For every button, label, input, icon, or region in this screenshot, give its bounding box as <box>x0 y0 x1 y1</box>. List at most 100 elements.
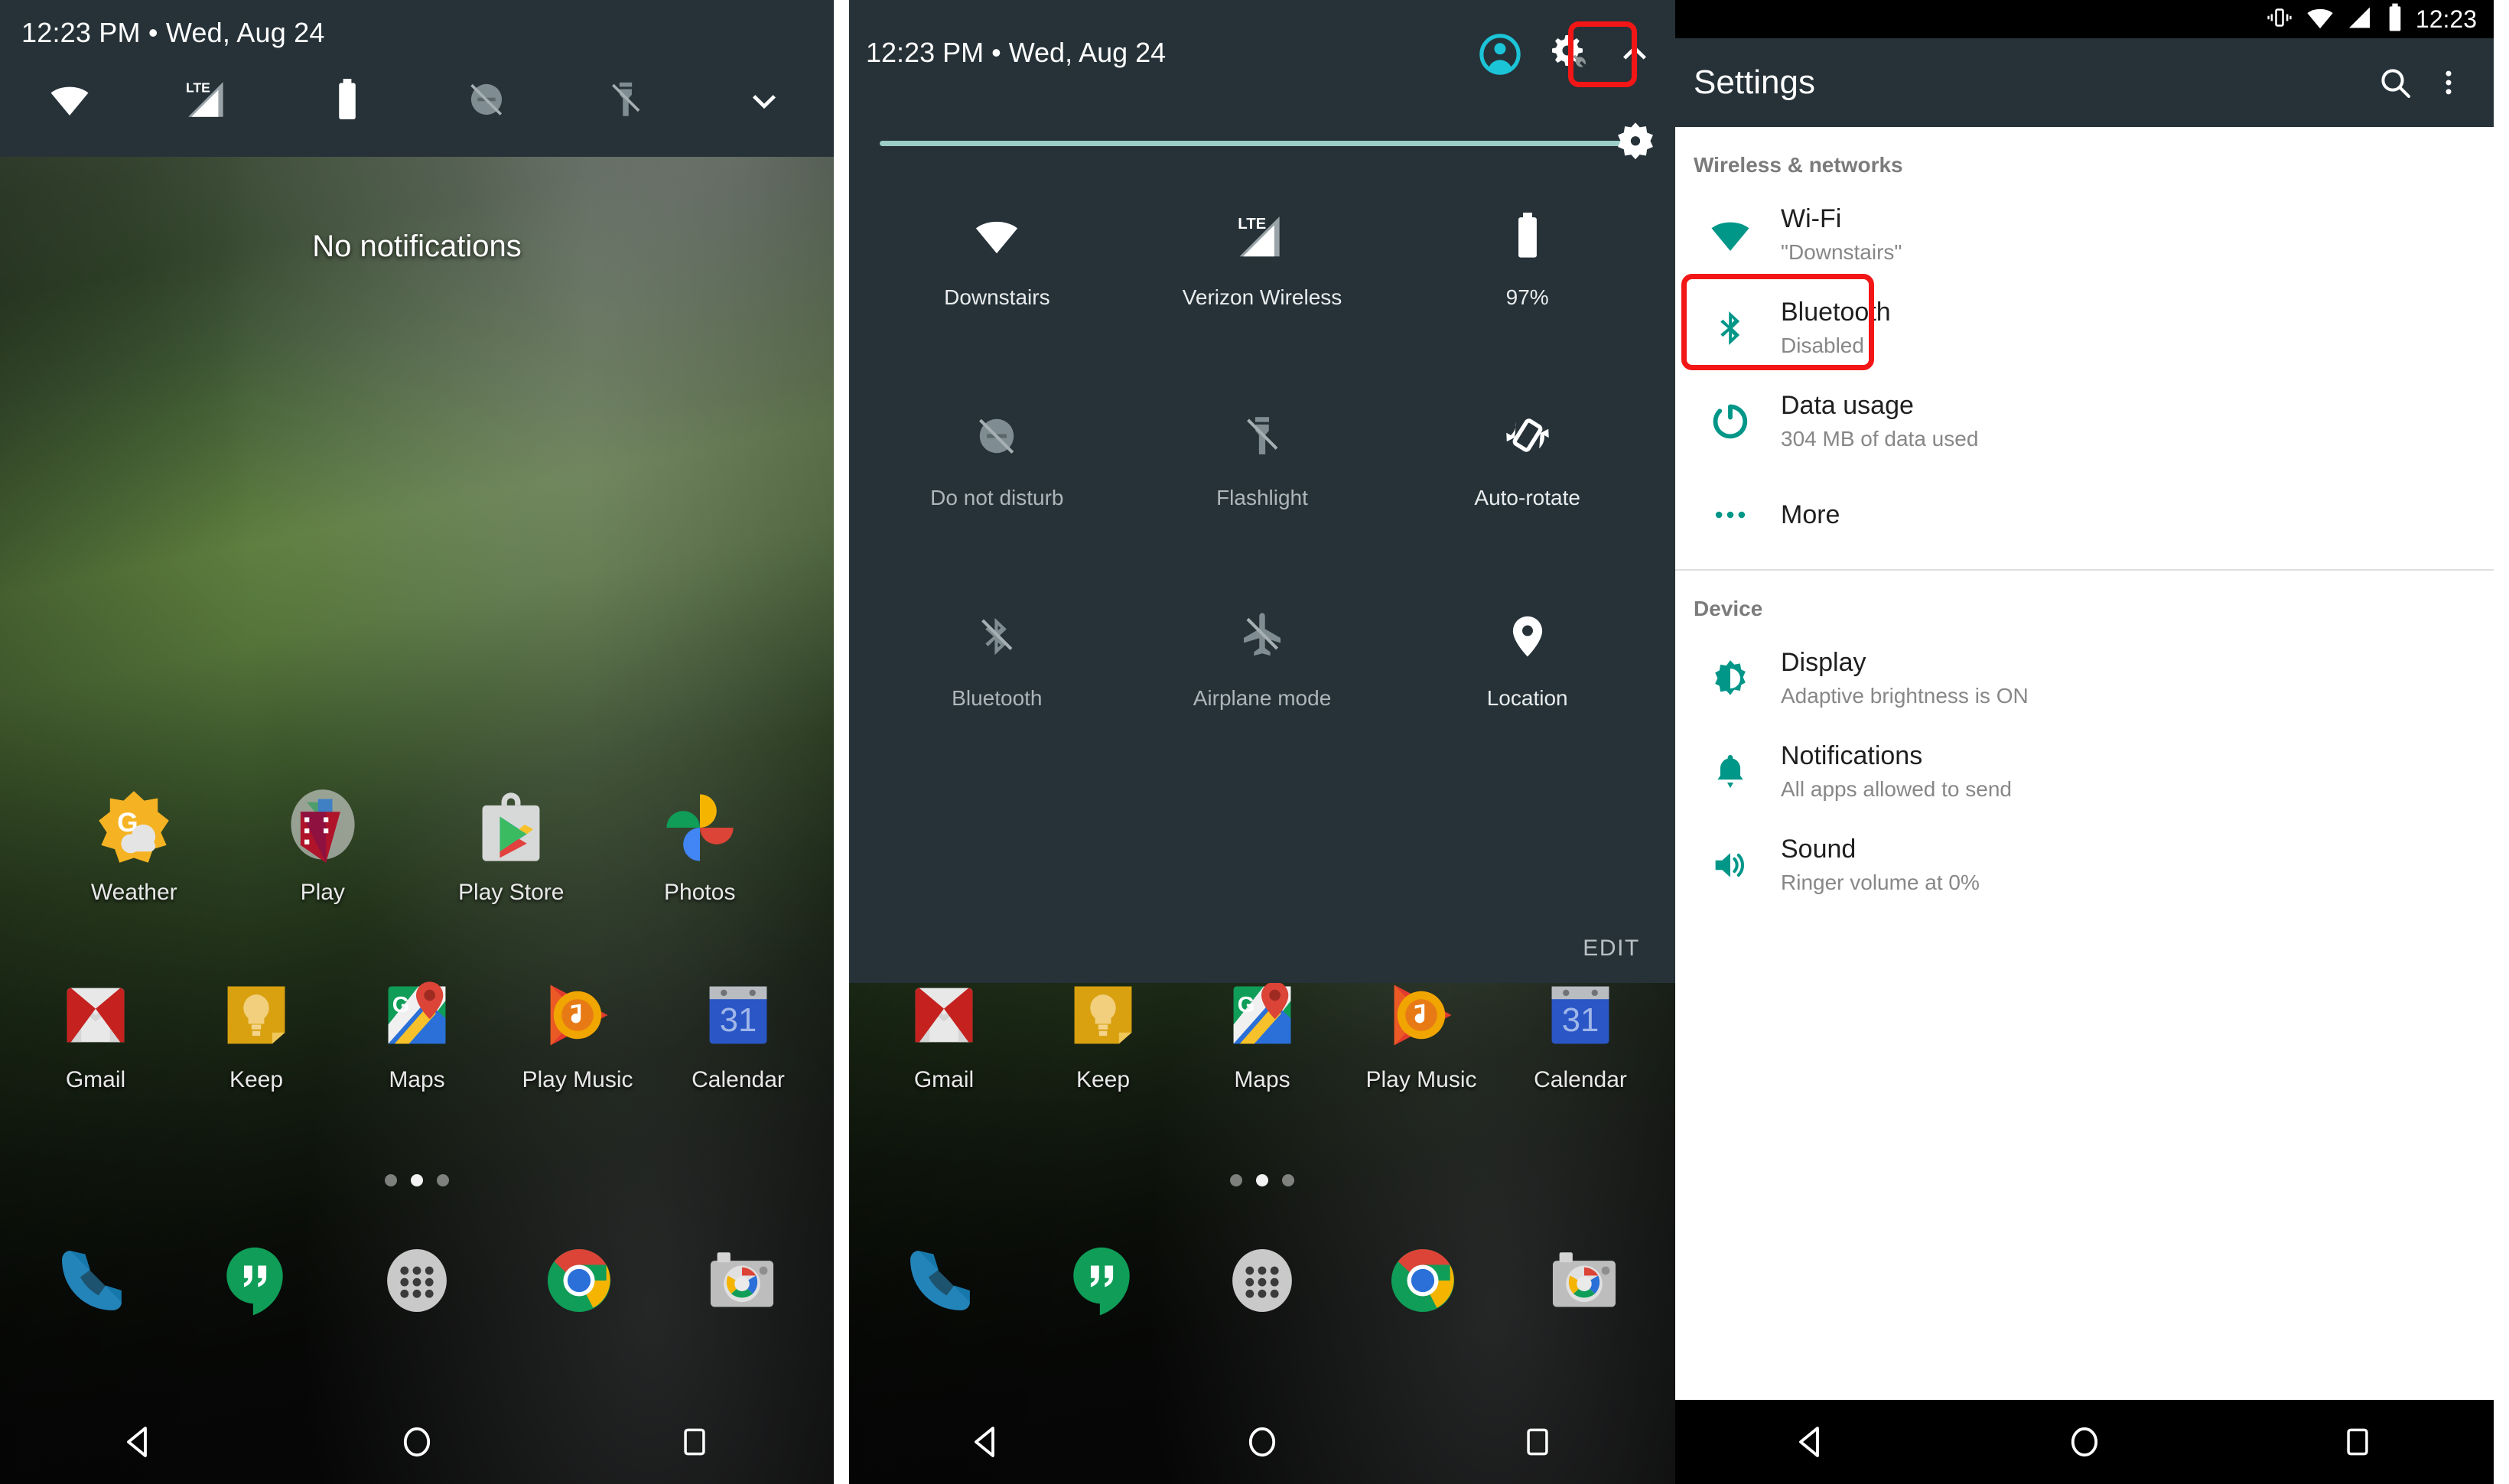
settings-item-text: Display Adaptive brightness is ON <box>1767 646 2029 711</box>
panel-home-screen: 12:23 PM • Wed, Aug 24 LTE No notificati… <box>0 0 834 1484</box>
app-label: Photos <box>664 880 736 905</box>
qs-tile-label: Bluetooth <box>952 686 1043 710</box>
all-apps-icon <box>376 1239 458 1322</box>
dock-item-hangouts[interactable] <box>173 1239 335 1322</box>
qs-tile-flashlight[interactable]: Flashlight <box>1130 380 1395 581</box>
settings-item-text: Bluetooth Disabled <box>1767 296 1891 360</box>
app-icon-gmail[interactable]: Gmail <box>15 975 176 1093</box>
search-icon[interactable] <box>2368 56 2422 109</box>
settings-item-title: Bluetooth <box>1781 297 1891 327</box>
page-dot[interactable] <box>437 1174 449 1186</box>
wifi-icon <box>973 200 1020 259</box>
app-icon-gmail[interactable]: Gmail <box>864 975 1023 1093</box>
settings-item-sound[interactable]: Sound Ringer volume at 0% <box>1675 818 2494 912</box>
quick-settings-actions <box>1475 29 1660 80</box>
page-dot[interactable] <box>385 1174 397 1186</box>
qs-tile-bluetooth[interactable]: Bluetooth <box>864 581 1130 781</box>
bell-icon <box>1694 751 1767 792</box>
qs-tile-label: Verizon Wireless <box>1182 285 1342 309</box>
qs-tile-label: 97% <box>1505 285 1549 309</box>
qs-tile-cellular[interactable]: LTE Verizon Wireless <box>1130 180 1395 380</box>
recents-icon[interactable] <box>2312 1400 2403 1484</box>
qs-tile-label: Airplane mode <box>1193 686 1332 710</box>
settings-item-data-usage[interactable]: Data usage 304 MB of data used <box>1675 375 2494 468</box>
more-dots-icon <box>1694 494 1767 535</box>
app-icon-weather[interactable]: G Weather <box>40 788 229 906</box>
section-header-device: Device <box>1694 597 1763 620</box>
page-dot[interactable] <box>1282 1174 1294 1186</box>
svg-text:LTE: LTE <box>1238 216 1266 233</box>
home-icon[interactable] <box>371 1400 463 1484</box>
svg-text:31: 31 <box>720 1001 757 1039</box>
page-dot[interactable] <box>1230 1174 1242 1186</box>
app-icon-keep[interactable]: Keep <box>176 975 337 1093</box>
app-icon-keep[interactable]: Keep <box>1023 975 1183 1093</box>
page-dot-active[interactable] <box>1256 1174 1268 1186</box>
app-icon-maps[interactable]: G Maps <box>1183 975 1342 1093</box>
app-icon-play[interactable]: Play <box>229 788 418 906</box>
app-icon-calendar[interactable]: 31 Calendar <box>658 975 818 1093</box>
chevron-down-icon[interactable] <box>695 80 834 119</box>
home-icon[interactable] <box>1216 1400 1308 1484</box>
settings-item-text: Sound Ringer volume at 0% <box>1767 833 1980 897</box>
qs-tile-wifi[interactable]: Downstairs <box>864 180 1130 380</box>
app-icon-play-music[interactable]: Play Music <box>497 975 658 1093</box>
qs-tile-location[interactable]: Location <box>1394 581 1660 781</box>
no-notifications-label: No notifications <box>312 229 522 263</box>
brightness-thumb-sun-icon[interactable] <box>1611 119 1660 168</box>
qs-tile-airplane-mode[interactable]: Airplane mode <box>1130 581 1395 781</box>
svg-text:31: 31 <box>1562 1001 1599 1039</box>
settings-item-bluetooth[interactable]: Bluetooth Disabled <box>1675 274 2494 375</box>
google-maps-icon: G <box>1222 975 1302 1055</box>
dock-item-phone[interactable] <box>860 1239 1020 1322</box>
phone-icon <box>50 1239 133 1322</box>
app-icon-play-store[interactable]: Play Store <box>417 788 606 906</box>
overflow-menu-icon[interactable] <box>2422 56 2475 109</box>
chevron-up-icon[interactable] <box>1609 29 1660 80</box>
app-icon-play-music[interactable]: Play Music <box>1342 975 1501 1093</box>
recents-icon[interactable] <box>649 1400 740 1484</box>
google-play-store-icon <box>471 788 551 867</box>
navigation-bar <box>0 1400 834 1484</box>
page-dot-active[interactable] <box>411 1174 423 1186</box>
qs-tile-auto-rotate[interactable]: Auto-rotate <box>1394 380 1660 581</box>
qs-tile-row-1: Downstairs LTE Verizon Wireless 97% <box>864 180 1660 380</box>
app-icon-calendar[interactable]: 31 Calendar <box>1501 975 1660 1093</box>
back-icon[interactable] <box>941 1400 1033 1484</box>
qs-tile-battery[interactable]: 97% <box>1394 180 1660 380</box>
settings-item-display[interactable]: Display Adaptive brightness is ON <box>1675 632 2494 725</box>
settings-item-text: Notifications All apps allowed to send <box>1767 740 2012 804</box>
edit-tiles-button[interactable]: EDIT <box>1583 936 1640 962</box>
settings-item-notifications[interactable]: Notifications All apps allowed to send <box>1675 725 2494 818</box>
dock-item-chrome[interactable] <box>1342 1239 1503 1322</box>
brightness-slider[interactable] <box>849 107 1675 180</box>
dock-item-camera[interactable] <box>661 1239 823 1322</box>
dock-item-camera[interactable] <box>1504 1239 1665 1322</box>
user-avatar-icon[interactable] <box>1475 29 1525 80</box>
airplane-off-icon <box>1238 600 1287 660</box>
recents-icon[interactable] <box>1492 1400 1583 1484</box>
back-icon[interactable] <box>93 1400 185 1484</box>
settings-item-more[interactable]: More <box>1675 468 2494 561</box>
camera-icon <box>701 1239 783 1322</box>
notification-shade-header[interactable]: 12:23 PM • Wed, Aug 24 LTE <box>0 0 834 157</box>
dock-item-phone[interactable] <box>11 1239 173 1322</box>
qs-tile-do-not-disturb[interactable]: Do not disturb <box>864 380 1130 581</box>
qs-tile-label: Downstairs <box>944 285 1050 309</box>
home-dock <box>0 1239 834 1322</box>
settings-item-wifi[interactable]: Wi-Fi "Downstairs" <box>1675 188 2494 282</box>
app-row-2-under-shade: Gmail Keep G Maps Play Music 31 Calendar <box>849 975 1675 1093</box>
back-icon[interactable] <box>1765 1400 1857 1484</box>
settings-item-title: Sound <box>1781 834 1857 864</box>
app-icon-photos[interactable]: Photos <box>606 788 795 906</box>
google-play-movies-icon <box>283 788 363 867</box>
home-icon[interactable] <box>2039 1400 2130 1484</box>
app-icon-maps[interactable]: G Maps <box>337 975 497 1093</box>
settings-tuner-gear-icon[interactable] <box>1542 29 1593 80</box>
dock-item-chrome[interactable] <box>498 1239 660 1322</box>
dock-item-all-apps[interactable] <box>1182 1239 1342 1322</box>
auto-rotate-icon <box>1503 400 1552 460</box>
dock-item-all-apps[interactable] <box>336 1239 498 1322</box>
dock-item-hangouts[interactable] <box>1020 1239 1181 1322</box>
quick-settings-clock: 12:23 PM • Wed, Aug 24 <box>866 37 1167 68</box>
